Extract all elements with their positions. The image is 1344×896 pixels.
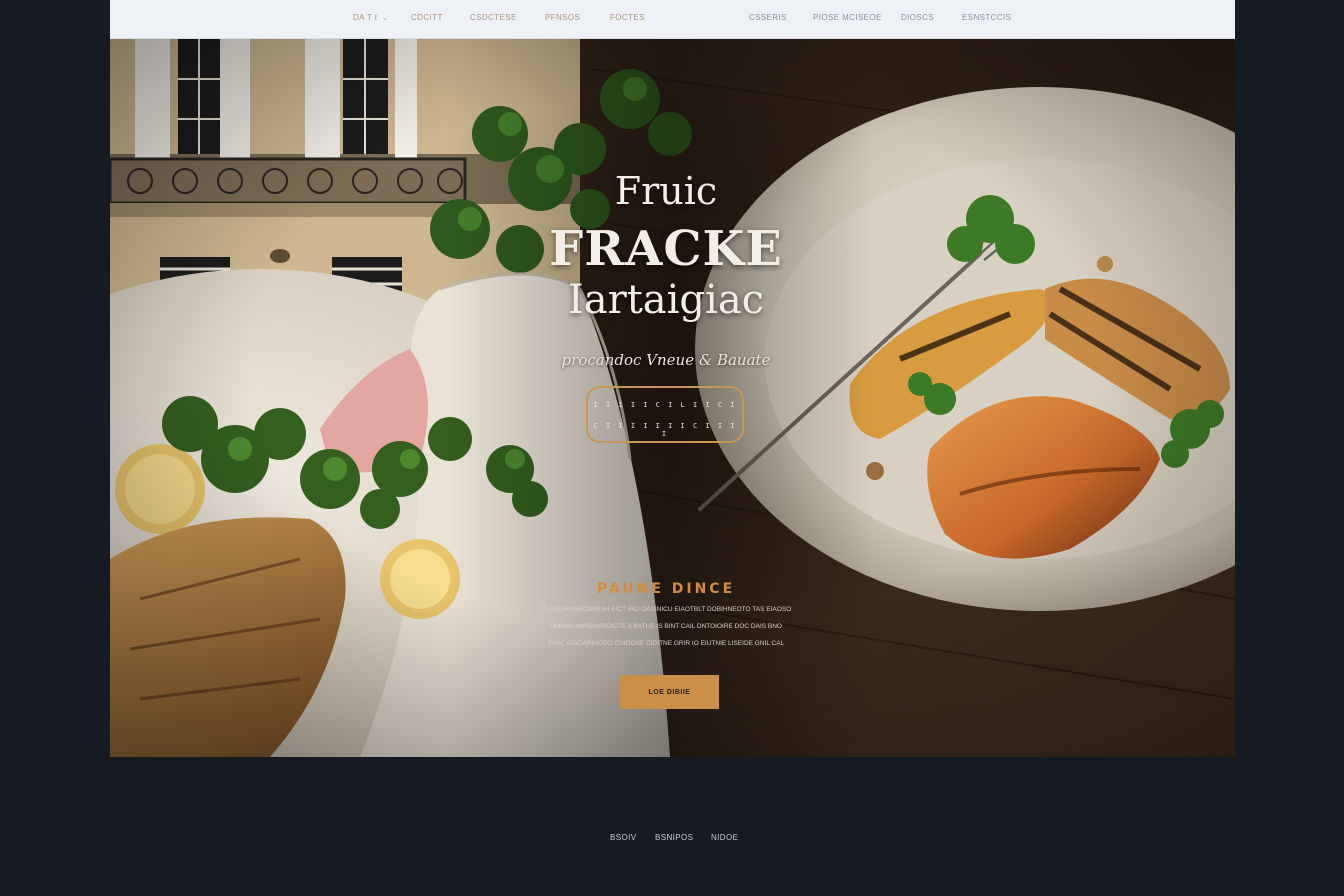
badge-text-line-1: I I I I I C I L I I C I bbox=[593, 401, 737, 409]
hero-content: Fruic FRACKE Iartaigiac procandoc Vneue … bbox=[110, 39, 1235, 757]
footer-link-2[interactable]: BSNIPOS bbox=[655, 833, 693, 842]
nav-item-2[interactable]: CDCITT bbox=[411, 13, 443, 22]
nav-item-4[interactable]: PFNSOS bbox=[545, 13, 580, 22]
hero-emblem-badge: I I I I I C I L I I C I C I I I I I I I … bbox=[586, 386, 744, 443]
footer-link-1[interactable]: BSOIV bbox=[610, 833, 636, 842]
description-line-3: EIVIC AOIOARINOSO CUIOOSE CIDITNE GRIR I… bbox=[547, 640, 785, 647]
nav-item-7[interactable]: PIOSE MCISEOE bbox=[813, 13, 882, 22]
nav-item-6[interactable]: CSSERIS bbox=[749, 13, 787, 22]
hero-tagline: procandoc Vneue & Bauate bbox=[561, 351, 771, 369]
hero-title-line-2: FRACKE bbox=[549, 221, 783, 277]
description-line-1: PLANO RANEOSIRISH EICT IRO OAISNICU EIAO… bbox=[540, 606, 792, 613]
nav-item-3[interactable]: CSDCTESE bbox=[470, 13, 517, 22]
nav-item-9[interactable]: ESNSTCCIS bbox=[962, 13, 1011, 22]
hero-section: Fruic FRACKE Iartaigiac procandoc Vneue … bbox=[110, 39, 1235, 757]
badge-text-line-2: C I I I I I I I C I I I I bbox=[593, 422, 737, 438]
top-navigation-bar: DA t ℓ ⌄ CDCITT CSDCTESE PFNSOS FOCTES CS… bbox=[110, 0, 1235, 39]
nav-item-8[interactable]: DIOSCS bbox=[901, 13, 934, 22]
footer-link-3[interactable]: NIDOE bbox=[711, 833, 738, 842]
hero-title-line-1: Fruic bbox=[614, 169, 718, 213]
website-frame: DA t ℓ ⌄ CDCITT CSDCTESE PFNSOS FOCTES CS… bbox=[110, 0, 1235, 757]
nav-item-1-dropdown[interactable]: DA t ℓ ⌄ bbox=[353, 13, 388, 22]
nav-item-5[interactable]: FOCTES bbox=[610, 13, 645, 22]
chevron-down-icon: ⌄ bbox=[381, 15, 388, 22]
dining-section-title: PAUNE DINCE bbox=[596, 581, 736, 597]
hero-title-line-3: Iartaigiac bbox=[567, 277, 765, 323]
nav-item-label: DA t ℓ bbox=[353, 13, 378, 22]
cta-button[interactable]: LOE DIBIIE bbox=[620, 675, 719, 709]
description-line-2: OMINIC AMNDAIRIDICTE A BATUE IS BINT CAI… bbox=[550, 623, 782, 630]
